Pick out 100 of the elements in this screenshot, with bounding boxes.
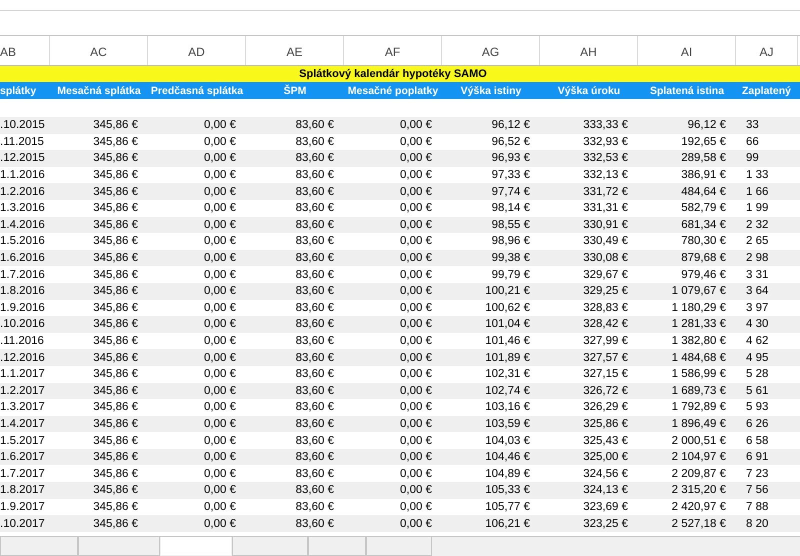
table-cell-text: 96,12 €: [490, 118, 531, 134]
table-cell-text: 324,13 €: [582, 483, 629, 498]
table-cell-text: 0,00 €: [399, 416, 433, 432]
table-cell-text: 1 792,89 €: [670, 400, 727, 416]
table-cell-text: 0,00 €: [399, 118, 433, 134]
table-cell-text: 83,60 €: [294, 268, 335, 283]
table-cell-text: 0,00 €: [399, 201, 433, 216]
table-cell-text: 0,00 €: [203, 384, 237, 399]
table-cell-text: 330,91 €: [582, 218, 629, 233]
table-cell-text: 102,74 €: [484, 384, 531, 399]
table-cell-text: 331,31 €: [582, 201, 629, 216]
table-cell-text: 345,86 €: [92, 300, 139, 316]
table-cell-text: 1 896,49 €: [670, 416, 727, 432]
table-cell-text: 1.6.2017: [0, 450, 46, 466]
table-title: Splátkový kalendár hypotéky SAMO: [299, 68, 487, 80]
table-cell-text: 979,46 €: [680, 268, 727, 283]
column-header[interactable]: AC: [50, 36, 148, 65]
table-cell-text: 83,60 €: [294, 416, 335, 432]
table-cell-text: 4 95: [745, 350, 770, 366]
table-cell-text: 96,93 €: [490, 151, 531, 166]
table-cell-text: 0,00 €: [203, 400, 237, 416]
table-cell-text: 1.4.2016: [0, 218, 46, 233]
sheet-tab[interactable]: [366, 537, 432, 556]
sheet-tab[interactable]: [232, 537, 308, 556]
table-cell-text: 2 527,18 €: [670, 516, 727, 532]
table-cell-text: 681,34 €: [680, 218, 727, 233]
table-cell-text: 345,86 €: [92, 317, 139, 332]
table-cell-text: 0,00 €: [399, 466, 433, 482]
table-cell-text: 1.1.2016: [0, 168, 46, 184]
table-cell-text: 0,00 €: [399, 151, 433, 166]
table-cell-text: 66: [745, 134, 760, 150]
column-heading: Zaplatený: [741, 84, 792, 98]
table-cell-text: 1 079,67 €: [670, 284, 727, 300]
table-cell-text: 99,38 €: [490, 251, 531, 266]
table-cell-text: 101,46 €: [484, 334, 531, 350]
table-cell-text: 1.1.2017: [0, 367, 46, 382]
column-header[interactable]: AB: [0, 36, 50, 65]
table-cell-text: 0,00 €: [203, 317, 237, 332]
table-cell-text: 83,60 €: [294, 400, 335, 416]
table-cell-text: 96,52 €: [490, 134, 531, 150]
table-cell-text: 83,60 €: [294, 367, 335, 382]
table-cell-text: 345,86 €: [92, 416, 139, 432]
table-cell-text: 1 180,29 €: [670, 300, 727, 316]
table-cell-text: 345,86 €: [92, 134, 139, 150]
table-cell-text: 2 104,97 €: [670, 450, 727, 466]
table-cell-text: 0,00 €: [203, 450, 237, 466]
table-cell-text: 345,86 €: [92, 151, 139, 166]
column-header[interactable]: AD: [148, 36, 246, 65]
column-header[interactable]: AI: [638, 36, 736, 65]
table-cell-text: 1 689,73 €: [670, 384, 727, 399]
table-cell-text: 0,00 €: [203, 350, 237, 366]
table-cell-text: 0,00 €: [399, 300, 433, 316]
table-cell-text: 1.4.2017: [0, 416, 46, 432]
table-cell-text: 96,12 €: [686, 118, 727, 134]
table-cell-text: 484,64 €: [680, 184, 727, 200]
table-cell-text: 2 98: [745, 251, 770, 266]
table-cell-text: 3 31: [745, 268, 770, 283]
table-cell-text: 101,89 €: [484, 350, 531, 366]
table-cell-text: .12.2016: [0, 350, 46, 366]
table-cell-text: 1 382,80 €: [670, 334, 727, 350]
sheet-tab[interactable]: [308, 537, 366, 556]
table-cell-text: 0,00 €: [203, 334, 237, 350]
table-cell-text: 0,00 €: [399, 384, 433, 399]
column-header[interactable]: AJ: [736, 36, 798, 65]
table-cell-text: 83,60 €: [294, 450, 335, 466]
table-cell-text: 98,55 €: [490, 218, 531, 233]
table-cell-text: 325,43 €: [582, 434, 629, 449]
table-cell-text: 83,60 €: [294, 516, 335, 532]
table-cell-text: 0,00 €: [399, 234, 433, 250]
table-cell-text: 1.6.2016: [0, 251, 46, 266]
sheet-tab[interactable]: [78, 537, 160, 556]
table-cell-text: 0,00 €: [203, 416, 237, 432]
column-header[interactable]: AE: [246, 36, 344, 65]
table-cell-text: 97,74 €: [490, 184, 531, 200]
table-cell-text: 0,00 €: [203, 184, 237, 200]
table-cell-text: 330,49 €: [582, 234, 629, 250]
column-header[interactable]: AF: [344, 36, 442, 65]
table-cell-text: 0,00 €: [399, 317, 433, 332]
table-cell-text: 5 93: [745, 400, 770, 416]
table-cell-text: 0,00 €: [399, 400, 433, 416]
table-cell-text: 2 32: [745, 218, 770, 233]
sheet-tab[interactable]: [0, 537, 78, 556]
table-cell-text: .12.2015: [0, 151, 46, 166]
table-cell-text: 0,00 €: [203, 268, 237, 283]
table-cell-text: 0,00 €: [399, 168, 433, 184]
table-cell-text: 0,00 €: [203, 466, 237, 482]
table-cell-text: 0,00 €: [203, 134, 237, 150]
table-cell-text: 325,86 €: [582, 416, 629, 432]
column-heading: Predčasná splátka: [150, 84, 244, 98]
column-header[interactable]: AG: [442, 36, 540, 65]
table-cell-text: 328,42 €: [582, 317, 629, 332]
table-cell-text: 83,60 €: [294, 384, 335, 399]
table-cell-text: 4 62: [745, 334, 770, 350]
table-cell-text: 0,00 €: [203, 218, 237, 233]
table-cell-text: .10.2016: [0, 317, 46, 332]
table-cell-text: 0,00 €: [399, 268, 433, 283]
table-cell-text: 330,08 €: [582, 251, 629, 266]
table-cell-text: 83,60 €: [294, 300, 335, 316]
table-cell-text: 0,00 €: [203, 201, 237, 216]
column-header[interactable]: AH: [540, 36, 638, 65]
